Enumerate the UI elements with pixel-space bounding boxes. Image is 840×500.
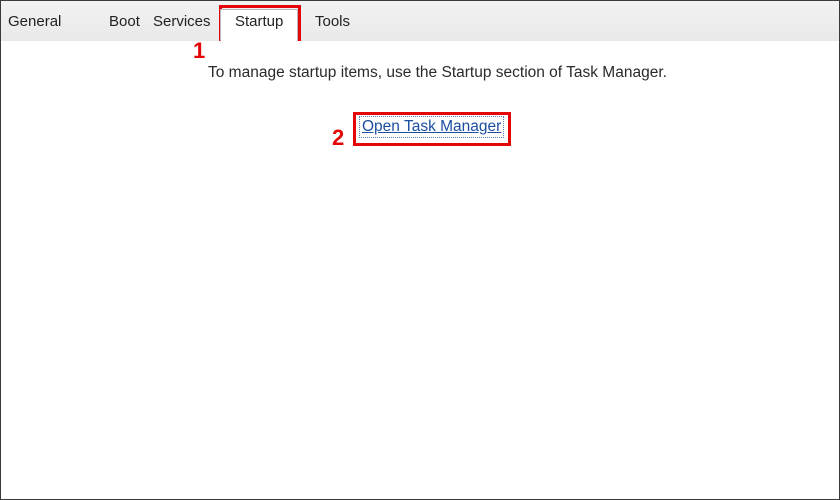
open-task-manager-link-wrap: Open Task Manager (359, 116, 504, 138)
tab-content-startup: To manage startup items, use the Startup… (1, 41, 839, 499)
open-task-manager-link[interactable]: Open Task Manager (359, 116, 504, 138)
tab-startup[interactable]: Startup (220, 9, 298, 42)
tab-general[interactable]: General (0, 8, 72, 36)
tab-strip: General Boot Services Startup Tools (1, 1, 839, 42)
startup-help-text: To manage startup items, use the Startup… (208, 64, 667, 82)
tab-services[interactable]: Services (140, 8, 224, 36)
msconfig-window: General Boot Services Startup Tools To m… (0, 0, 840, 500)
tab-tools[interactable]: Tools (300, 8, 365, 36)
